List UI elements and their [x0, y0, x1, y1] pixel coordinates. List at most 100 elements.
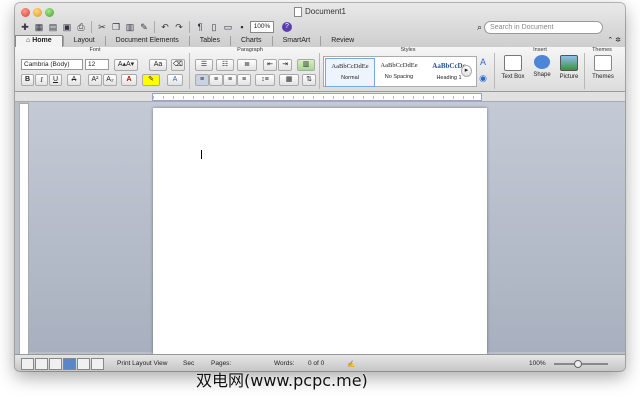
print-icon[interactable]: ⎙ [75, 21, 87, 33]
copy-icon[interactable]: ❐ [110, 21, 122, 33]
align-right-icon[interactable]: ≡ [223, 74, 237, 86]
multilevel-list-icon[interactable]: ≣ [237, 59, 257, 71]
subscript-icon[interactable]: A₂ [103, 74, 117, 86]
align-center-icon[interactable]: ≡ [209, 74, 223, 86]
text-effects-icon[interactable]: A [167, 74, 183, 86]
ruler-text-area[interactable] [152, 93, 482, 101]
document-icon [294, 7, 303, 17]
text-cursor [201, 150, 202, 159]
group-label-insert: Insert [533, 47, 547, 53]
zoom-slider-knob[interactable] [574, 360, 582, 368]
templates-icon[interactable]: ▦ [33, 21, 45, 33]
style-normal[interactable]: AaBbCcDdEe Normal [325, 58, 375, 87]
grow-font-icon[interactable]: A▴A▾ [114, 59, 138, 71]
zoom-select[interactable]: 100% [250, 21, 274, 33]
highlight-icon[interactable]: ✎ [142, 74, 160, 86]
sidebar-icon[interactable]: ▯ [208, 21, 220, 33]
section-label: Sec [183, 360, 195, 367]
text-box-button[interactable]: Text Box [500, 55, 526, 80]
vertical-ruler[interactable] [19, 103, 29, 355]
font-size-select[interactable]: 12 [85, 59, 109, 70]
picture-icon [560, 55, 578, 71]
ruler-ticks [153, 96, 481, 99]
shape-icon [534, 55, 550, 69]
search-input[interactable]: Search in Document [484, 21, 604, 34]
tab-review[interactable]: Review [320, 36, 364, 46]
strikethrough-icon[interactable]: A [67, 74, 81, 86]
italic-button[interactable]: I [35, 74, 48, 86]
document-canvas [29, 102, 625, 358]
cut-icon[interactable]: ✂ [96, 21, 108, 33]
themes-icon [594, 55, 612, 71]
undo-icon[interactable]: ↶ [159, 21, 171, 33]
horizontal-ruler[interactable] [15, 92, 625, 102]
increase-indent-icon[interactable]: ⇥ [278, 59, 292, 71]
underline-button[interactable]: U [49, 74, 62, 86]
sort-icon[interactable]: ⇅ [302, 74, 316, 86]
group-label-styles: Styles [400, 47, 416, 53]
line-spacing-icon[interactable]: ↕≡ [255, 74, 275, 86]
decrease-indent-icon[interactable]: ⇤ [263, 59, 277, 71]
tab-home[interactable]: ⌂ Home [15, 35, 63, 47]
tab-smartart[interactable]: SmartArt [271, 36, 321, 46]
style-pane-icon[interactable]: ◉ [477, 73, 489, 83]
manage-styles-icon[interactable]: A [477, 57, 489, 67]
redo-icon[interactable]: ↷ [173, 21, 185, 33]
group-label-themes: Themes [592, 47, 612, 53]
borders-icon[interactable]: ▦ [279, 74, 299, 86]
words-count: 0 of 0 [308, 360, 325, 367]
zoom-slider[interactable] [554, 360, 608, 368]
ribbon: Font Paragraph Styles Insert Themes Camb… [15, 47, 625, 92]
tab-layout[interactable]: Layout [62, 36, 105, 46]
draft-view-button[interactable] [21, 358, 34, 370]
save-icon[interactable]: ▣ [61, 21, 73, 33]
shading-icon[interactable]: ▥ [297, 59, 315, 71]
toolbar-divider [91, 21, 92, 33]
align-left-icon[interactable]: ≡ [195, 74, 209, 86]
pages-label: Pages: [211, 360, 232, 367]
tab-tables[interactable]: Tables [188, 36, 230, 46]
change-case-icon[interactable]: Aa [149, 59, 167, 71]
themes-button[interactable]: Themes [588, 55, 618, 80]
gallery-icon[interactable]: ▭ [222, 21, 234, 33]
numbering-icon[interactable]: ☷ [216, 59, 234, 71]
ribbon-collapse-icon[interactable]: ⌃ ✲ [607, 36, 621, 44]
search-area: ⌕ Search in Document [477, 21, 604, 34]
style-no-spacing[interactable]: AaBbCcDdEe No Spacing [375, 58, 423, 85]
group-divider [319, 53, 320, 89]
group-label-paragraph: Paragraph [237, 47, 263, 53]
open-icon[interactable]: ▤ [47, 21, 59, 33]
print-layout-view-button[interactable] [63, 358, 76, 370]
font-name-select[interactable]: Cambria (Body) [21, 59, 83, 70]
text-box-icon [504, 55, 522, 71]
publishing-view-button[interactable] [49, 358, 62, 370]
picture-button[interactable]: Picture [557, 55, 581, 80]
watermark: 双电网(www.pcpc.me) [196, 371, 368, 390]
tab-document-elements[interactable]: Document Elements [104, 36, 189, 46]
help-icon[interactable]: ? [282, 22, 292, 32]
focus-view-button[interactable] [91, 358, 104, 370]
notebook-view-button[interactable] [77, 358, 90, 370]
font-color-icon[interactable]: A [121, 74, 137, 86]
bold-button[interactable]: B [21, 74, 34, 86]
styles-more-icon[interactable]: ▸ [461, 65, 472, 77]
outline-view-button[interactable] [35, 358, 48, 370]
tab-charts[interactable]: Charts [229, 36, 272, 46]
word-window: Document1 ✚ ▦ ▤ ▣ ⎙ ✂ ❐ ▥ ✎ ↶ ↷ ¶ ▯ ▭ ▪ … [15, 3, 625, 371]
format-painter-icon[interactable]: ✎ [138, 21, 150, 33]
styles-gallery: AaBbCcDdEe Normal AaBbCcDdEe No Spacing … [323, 56, 477, 87]
new-document-icon[interactable]: ✚ [19, 21, 31, 33]
window-title: Document1 [15, 7, 625, 17]
search-icon[interactable]: ⌕ [477, 22, 482, 33]
bullets-icon[interactable]: ☰ [195, 59, 213, 71]
pilcrow-icon[interactable]: ¶ [194, 21, 206, 33]
shape-button[interactable]: Shape [531, 55, 553, 78]
group-divider [494, 53, 495, 89]
document-page[interactable] [153, 108, 487, 358]
paste-icon[interactable]: ▥ [124, 21, 136, 33]
superscript-icon[interactable]: A² [88, 74, 102, 86]
clear-formatting-icon[interactable]: ⌫ [171, 59, 185, 71]
justify-icon[interactable]: ≡ [237, 74, 251, 86]
toolbox-icon[interactable]: ▪ [236, 21, 248, 33]
standard-toolbar: ✚ ▦ ▤ ▣ ⎙ ✂ ❐ ▥ ✎ ↶ ↷ ¶ ▯ ▭ ▪ 100% ? [19, 19, 292, 35]
